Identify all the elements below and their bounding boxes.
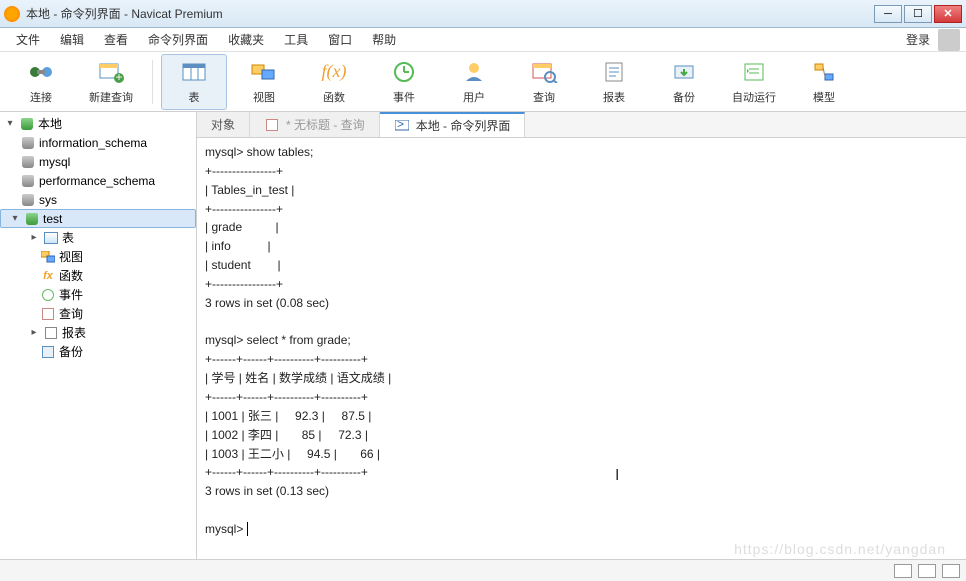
backup-label: 备份 xyxy=(673,89,695,105)
svg-text:+: + xyxy=(115,70,122,83)
watermark: https://blog.csdn.net/yangdan xyxy=(734,541,946,557)
tree-child-query[interactable]: 查询 xyxy=(0,304,196,323)
tree-child-function[interactable]: fx函数 xyxy=(0,266,196,285)
tree-db-information-schema[interactable]: information_schema xyxy=(0,133,196,152)
new-query-label: 新建查询 xyxy=(89,89,133,105)
menu-window[interactable]: 窗口 xyxy=(318,28,362,51)
query-button[interactable]: 查询 xyxy=(511,54,577,110)
backup-icon xyxy=(670,59,698,85)
view-label: 视图 xyxy=(253,89,275,105)
autorun-button[interactable]: 自动运行 xyxy=(721,54,787,110)
tree-child-view[interactable]: 视图 xyxy=(0,247,196,266)
event-label: 事件 xyxy=(393,89,415,105)
connect-label: 连接 xyxy=(30,89,52,105)
query-label: 查询 xyxy=(533,89,555,105)
sidebar[interactable]: ▾本地 information_schema mysql performance… xyxy=(0,112,197,559)
user-button[interactable]: 用户 xyxy=(441,54,507,110)
tab-untitled-query[interactable]: * 无标题 - 查询 xyxy=(250,112,380,137)
tab-bar: 对象 * 无标题 - 查询 >_本地 - 命令列界面 xyxy=(197,112,966,138)
report-button[interactable]: 报表 xyxy=(581,54,647,110)
clock-icon xyxy=(390,59,418,85)
model-button[interactable]: 模型 xyxy=(791,54,857,110)
menu-console[interactable]: 命令列界面 xyxy=(138,28,218,51)
tree-db-sys[interactable]: sys xyxy=(0,190,196,209)
menu-file[interactable]: 文件 xyxy=(6,28,50,51)
view-button[interactable]: 视图 xyxy=(231,54,297,110)
event-button[interactable]: 事件 xyxy=(371,54,437,110)
tree-db-performance-schema[interactable]: performance_schema xyxy=(0,171,196,190)
maximize-button[interactable]: ☐ xyxy=(904,5,932,23)
menu-view[interactable]: 查看 xyxy=(94,28,138,51)
query-icon xyxy=(264,118,280,132)
tree-db-test[interactable]: ▾test xyxy=(0,209,196,228)
function-label: 函数 xyxy=(323,89,345,105)
toolbar: 连接 + 新建查询 表 视图 f(x) 函数 事件 用户 查询 报表 备份 自动… xyxy=(0,52,966,112)
view-icon xyxy=(250,59,278,85)
console-text: mysql> show tables; +----------------+ |… xyxy=(205,145,391,536)
text-cursor xyxy=(247,522,248,536)
app-icon xyxy=(4,6,20,22)
minimize-button[interactable]: ─ xyxy=(874,5,902,23)
plug-icon xyxy=(27,59,55,85)
query-icon xyxy=(530,59,558,85)
menu-favorites[interactable]: 收藏夹 xyxy=(218,28,274,51)
report-label: 报表 xyxy=(603,89,625,105)
menu-edit[interactable]: 编辑 xyxy=(50,28,94,51)
title-bar: 本地 - 命令列界面 - Navicat Premium ─ ☐ ✕ xyxy=(0,0,966,28)
table-label: 表 xyxy=(189,89,200,105)
fx-icon: f(x) xyxy=(320,59,348,85)
table-plus-icon: + xyxy=(97,59,125,85)
new-query-button[interactable]: + 新建查询 xyxy=(78,54,144,110)
tree-child-table[interactable]: ▸表 xyxy=(0,228,196,247)
user-label: 用户 xyxy=(463,89,485,105)
login-link[interactable]: 登录 xyxy=(898,28,938,51)
autorun-icon xyxy=(740,59,768,85)
table-button[interactable]: 表 xyxy=(161,54,227,110)
status-box-1[interactable] xyxy=(894,564,912,578)
view-icon xyxy=(40,250,56,264)
tree-child-backup[interactable]: 备份 xyxy=(0,342,196,361)
menu-tools[interactable]: 工具 xyxy=(274,28,318,51)
console-icon: >_ xyxy=(394,119,410,133)
tree-root-label: 本地 xyxy=(38,115,62,132)
avatar[interactable] xyxy=(938,29,960,51)
menu-bar: 文件 编辑 查看 命令列界面 收藏夹 工具 窗口 帮助 登录 xyxy=(0,28,966,52)
status-bar xyxy=(0,559,966,581)
report-icon xyxy=(600,59,628,85)
backup-button[interactable]: 备份 xyxy=(651,54,717,110)
tree-db-mysql[interactable]: mysql xyxy=(0,152,196,171)
tab-objects[interactable]: 对象 xyxy=(197,112,250,137)
connect-button[interactable]: 连接 xyxy=(8,54,74,110)
user-icon xyxy=(460,59,488,85)
table-icon xyxy=(180,59,208,85)
autorun-label: 自动运行 xyxy=(732,89,776,105)
status-box-3[interactable] xyxy=(942,564,960,578)
window-title: 本地 - 命令列界面 - Navicat Premium xyxy=(26,5,874,22)
svg-text:>_: >_ xyxy=(397,120,409,131)
tree-child-event[interactable]: 事件 xyxy=(0,285,196,304)
status-box-2[interactable] xyxy=(918,564,936,578)
close-button[interactable]: ✕ xyxy=(934,5,962,23)
tree-connection[interactable]: ▾本地 xyxy=(0,114,196,133)
menu-help[interactable]: 帮助 xyxy=(362,28,406,51)
tab-console[interactable]: >_本地 - 命令列界面 xyxy=(380,112,526,137)
console-output[interactable]: mysql> show tables; +----------------+ |… xyxy=(197,138,966,559)
function-button[interactable]: f(x) 函数 xyxy=(301,54,367,110)
model-icon xyxy=(810,59,838,85)
model-label: 模型 xyxy=(813,89,835,105)
text-caret-icon: I xyxy=(615,464,619,487)
window-controls: ─ ☐ ✕ xyxy=(874,5,962,23)
tree-child-report[interactable]: ▸报表 xyxy=(0,323,196,342)
